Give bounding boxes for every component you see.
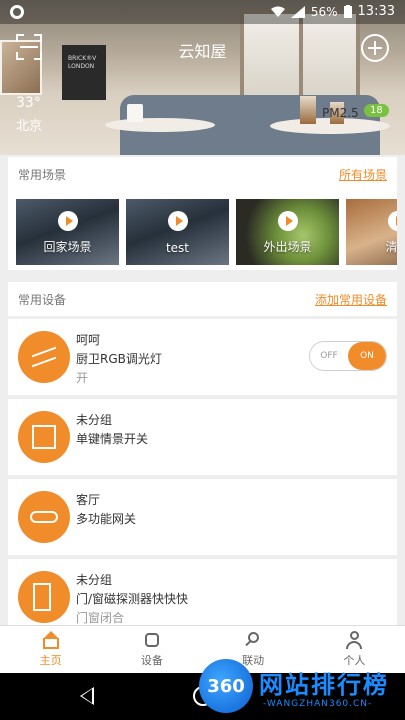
gateway-icon	[18, 491, 70, 543]
device-state: 门窗闭合	[76, 611, 125, 625]
scene-thumbnail	[236, 199, 339, 265]
device-group: 客厅	[76, 493, 101, 507]
power-toggle[interactable]: OFF ON	[309, 341, 387, 371]
watermark-logo: 360	[199, 659, 253, 713]
pm-label: PM2.5	[322, 106, 359, 120]
scene-label: test	[165, 241, 190, 255]
device-name: 门/窗磁探测器快快快	[76, 592, 189, 606]
devices-header-card: 常用设备 添加常用设备	[8, 282, 397, 316]
link-icon	[243, 631, 263, 649]
temperature: 33°	[16, 95, 41, 111]
device-state: 开	[76, 371, 89, 385]
scenes-header: 常用场景 所有场景	[8, 157, 397, 191]
devices-title: 常用设备	[18, 292, 67, 307]
light-strip-icon	[18, 331, 70, 383]
nav-devices-label: 设备	[140, 654, 163, 667]
switch-icon	[18, 411, 70, 463]
hero-cup	[127, 104, 143, 122]
device-name: 多功能网关	[76, 512, 137, 526]
scene-label: 外出场景	[263, 240, 312, 254]
device-name: 厨卫RGB调光灯	[76, 352, 162, 366]
device-group: 呵呵	[76, 333, 101, 347]
nav-home-label: 主页	[39, 654, 62, 667]
device-row[interactable]: 呵呵 厨卫RGB调光灯 开 OFF ON	[8, 319, 397, 395]
page-title: 云知屋	[178, 42, 227, 61]
scene-item[interactable]: 清晨	[346, 199, 397, 265]
pm-value-badge: 18	[364, 104, 389, 117]
add-common-device-link[interactable]: 添加常用设备	[315, 291, 387, 308]
device-row[interactable]: 客厅 多功能网关	[8, 479, 397, 555]
scene-item[interactable]: 外出场景	[236, 199, 339, 265]
play-icon	[278, 211, 298, 231]
device-row[interactable]: 未分组 单键情景开关	[8, 399, 397, 475]
scenes-card: 常用场景 所有场景 回家场景 test 外出场景 清晨	[8, 157, 397, 270]
nav-home[interactable]: 主页	[0, 626, 101, 673]
scene-thumbnail	[16, 199, 119, 265]
user-icon	[344, 631, 364, 649]
scenes-title: 常用场景	[18, 167, 67, 182]
battery-icon	[343, 5, 352, 18]
hero-table	[105, 118, 215, 132]
scene-thumbnail	[126, 199, 229, 265]
clock: 13:33	[357, 4, 395, 19]
device-group: 未分组	[76, 413, 113, 427]
door-sensor-icon	[18, 571, 70, 623]
battery-percent: 56%	[310, 4, 338, 19]
watermark-subtitle: -WANGZHAN360.CN-	[263, 699, 373, 709]
device-row[interactable]: 未分组 门/窗磁探测器快快快 门窗闭合	[8, 559, 397, 625]
devices-header: 常用设备 添加常用设备	[8, 282, 397, 316]
nav-devices[interactable]: 设备	[101, 626, 202, 673]
status-bar: 56% 13:33	[0, 0, 405, 24]
scene-label: 回家场景	[43, 240, 92, 254]
watermark-title: 网站排行榜	[259, 671, 389, 699]
wifi-icon	[270, 6, 285, 17]
city-name: 北京	[16, 119, 43, 134]
all-scenes-link[interactable]: 所有场景	[339, 166, 387, 183]
toggle-off-label: OFF	[310, 342, 348, 370]
signal-icon	[290, 5, 305, 18]
scene-thumbnail	[346, 199, 397, 265]
play-icon	[58, 211, 78, 231]
device-group: 未分组	[76, 573, 113, 587]
scene-item[interactable]: test	[126, 199, 229, 265]
notification-icon	[10, 5, 24, 19]
add-button[interactable]	[361, 34, 389, 62]
device-name: 单键情景开关	[76, 432, 149, 446]
device-icon	[142, 631, 162, 649]
watermark: 360 网站排行榜 -WANGZHAN360.CN-	[195, 655, 405, 720]
toggle-on-label: ON	[348, 342, 386, 370]
scene-label: 清晨	[385, 240, 397, 254]
home-icon	[41, 631, 61, 649]
back-icon[interactable]	[80, 687, 94, 705]
scenes-list: 回家场景 test 外出场景 清晨	[16, 199, 397, 265]
scene-item[interactable]: 回家场景	[16, 199, 119, 265]
play-icon	[168, 211, 188, 231]
hero-glass	[300, 96, 316, 124]
